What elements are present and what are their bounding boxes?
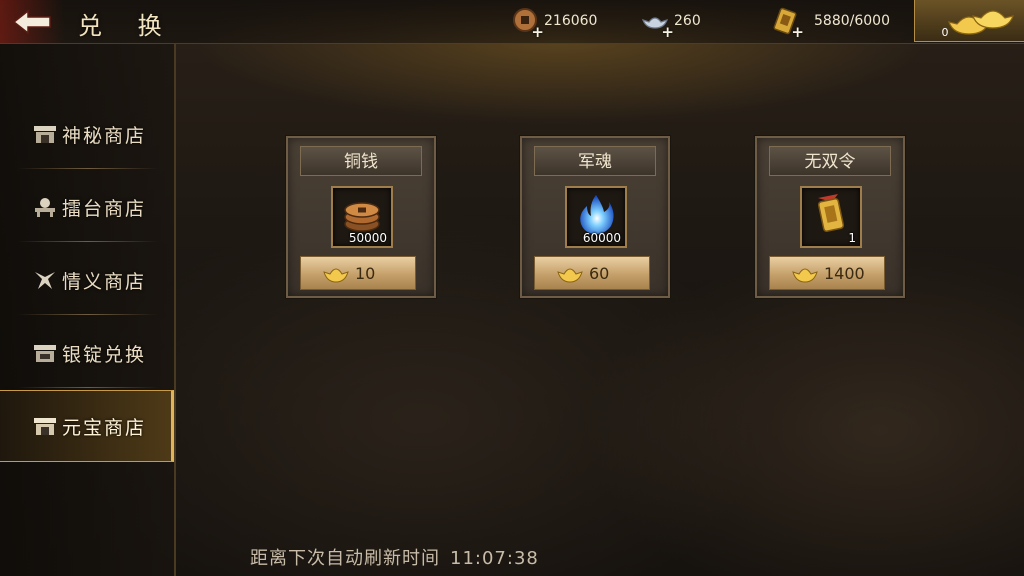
item-slot[interactable]: 50000 [331, 186, 393, 248]
add-copper-icon[interactable]: + [531, 25, 544, 40]
buy-button[interactable]: 60 [534, 256, 650, 290]
silver-amount: 260 [674, 13, 701, 29]
sidebar-item-mystery-shop[interactable]: 神秘商店 [0, 98, 174, 170]
copper-currency[interactable]: + 216060 [510, 6, 598, 40]
sidebar-divider [18, 314, 158, 315]
item-title: 铜钱 [300, 146, 422, 176]
back-button[interactable] [0, 0, 64, 44]
sidebar-divider [18, 241, 158, 242]
token-icon: + [770, 6, 804, 40]
shop-icon [34, 418, 56, 435]
add-silver-icon[interactable]: + [661, 25, 674, 40]
copper-coins-icon [344, 202, 380, 232]
item-quantity: 60000 [582, 231, 621, 245]
copper-coin-icon: + [510, 6, 544, 40]
refresh-label: 距离下次自动刷新时间 [250, 548, 440, 569]
silver-currency[interactable]: + 260 [640, 6, 701, 40]
sidebar-item-label: 元宝商店 [62, 416, 147, 439]
item-price: 1400 [824, 263, 865, 283]
refresh-time: 11:07:38 [450, 548, 539, 569]
sidebar-item-label: 银锭兑换 [62, 343, 147, 366]
copper-amount: 216060 [544, 13, 598, 29]
gold-ingot-icon [323, 268, 349, 283]
sidebar-divider [18, 387, 158, 388]
add-token-icon[interactable]: + [791, 25, 804, 40]
item-slot[interactable]: 1 [800, 186, 862, 248]
shop-item-card[interactable]: 无双令 1 1400 [755, 136, 905, 298]
item-price: 10 [355, 263, 376, 283]
silver-ingot-icon: + [640, 6, 674, 40]
sidebar-item-label: 擂台商店 [62, 197, 147, 220]
shop-item-card[interactable]: 军魂 60000 60 [520, 136, 670, 298]
sidebar-item-friendship-shop[interactable]: 情义商店 [0, 244, 174, 316]
token-amount: 5880/6000 [814, 13, 890, 29]
sidebar-item-label: 情义商店 [62, 270, 147, 293]
gold-ingot-amount: 0 [941, 26, 949, 39]
shop-icon [34, 126, 56, 143]
sidebar-item-label: 神秘商店 [62, 124, 147, 147]
gold-token-icon [817, 194, 845, 232]
blue-flame-icon [580, 195, 614, 234]
sidebar-item-arena-shop[interactable]: 擂台商店 [0, 171, 174, 243]
sidebar-item-ingot-shop[interactable]: 元宝商店 [0, 390, 174, 462]
heroes-icon [35, 272, 55, 289]
item-quantity: 50000 [348, 231, 387, 245]
buy-button[interactable]: 10 [300, 256, 416, 290]
shop-sidebar: 神秘商店 擂台商店 情义商店 银锭兑换 元宝商店 [0, 44, 176, 576]
token-currency[interactable]: + 5880/6000 [770, 6, 890, 40]
gold-ingot-icon [792, 268, 818, 283]
shop-item-card[interactable]: 铜钱 50000 10 [286, 136, 436, 298]
item-price: 60 [589, 263, 610, 283]
item-quantity: 1 [848, 231, 856, 245]
back-arrow-icon [12, 9, 51, 35]
exchange-icon [34, 345, 56, 362]
item-title: 军魂 [534, 146, 656, 176]
sidebar-item-silver-exchange[interactable]: 银锭兑换 [0, 317, 174, 389]
top-bar: 兑 换 + 216060 + 260 + 5880/6000 0 [0, 0, 1024, 44]
refresh-timer: 距离下次自动刷新时间 11:07:38 [250, 544, 539, 569]
item-slot[interactable]: 60000 [565, 186, 627, 248]
item-title: 无双令 [769, 146, 891, 176]
screen-title: 兑 换 [78, 12, 176, 40]
gold-ingot-icon [557, 268, 583, 283]
sidebar-divider [18, 168, 158, 169]
arena-icon [35, 198, 55, 217]
gold-ingot-currency[interactable]: 0 [914, 0, 1024, 42]
buy-button[interactable]: 1400 [769, 256, 885, 290]
